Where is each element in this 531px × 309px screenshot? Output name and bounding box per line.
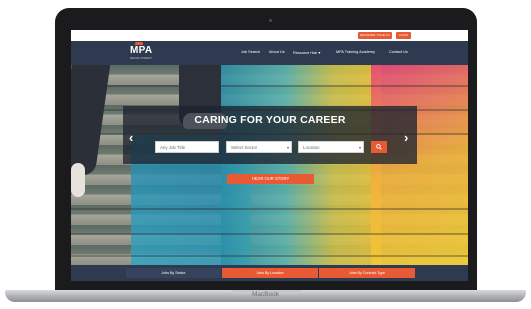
location-select[interactable]: Location ▾ bbox=[298, 141, 364, 153]
location-select-value: Location bbox=[303, 145, 320, 150]
chevron-down-icon: ▾ bbox=[318, 51, 321, 55]
search-icon bbox=[376, 144, 382, 150]
carousel-next-icon[interactable]: › bbox=[404, 130, 408, 145]
hear-our-story-button[interactable]: HEAR OUR STORY bbox=[227, 174, 314, 184]
nav-resource-hub-label: Resource Hub bbox=[293, 51, 318, 55]
hero-banner bbox=[71, 65, 468, 265]
nav-about-us[interactable]: About Us bbox=[269, 50, 285, 54]
tab-jobs-by-sector[interactable]: Jobs By Sector bbox=[126, 268, 221, 278]
chevron-down-icon: ▾ bbox=[358, 145, 361, 150]
nav-job-search[interactable]: Job Search bbox=[241, 50, 260, 54]
jobs-filter-tabs: Jobs By Sector Jobs By Location Jobs By … bbox=[71, 265, 468, 281]
stair-edge bbox=[71, 233, 468, 235]
carousel-prev-icon[interactable]: ‹ bbox=[129, 130, 133, 145]
nav-resource-hub[interactable]: Resource Hub ▾ bbox=[293, 50, 320, 55]
nav-contact-us[interactable]: Contact Us bbox=[389, 50, 408, 54]
tab-jobs-by-contract-type[interactable]: Jobs By Contract Type bbox=[319, 268, 415, 278]
stair-edge bbox=[71, 85, 468, 87]
logo-subtext: RECRUITMENT bbox=[130, 57, 153, 60]
main-navigation: MPA RECRUITMENT Job Search About Us Reso… bbox=[71, 41, 468, 65]
logo[interactable]: MPA bbox=[130, 45, 152, 56]
top-utility-bar: REGISTER YOUR CV LOGIN bbox=[71, 30, 468, 41]
hero-background-mural bbox=[221, 65, 381, 265]
device-brand-label: MacBook bbox=[251, 291, 280, 298]
chevron-down-icon: ▾ bbox=[286, 145, 289, 150]
login-button[interactable]: LOGIN bbox=[396, 32, 411, 39]
search-button[interactable] bbox=[371, 141, 387, 153]
stair-edge bbox=[71, 255, 468, 257]
sector-select-value: Select Sector bbox=[231, 145, 258, 150]
sector-select[interactable]: Select Sector ▾ bbox=[226, 141, 292, 153]
website-screen: REGISTER YOUR CV LOGIN MPA RECRUITMENT J… bbox=[71, 30, 468, 281]
hero-photo-shoe bbox=[71, 163, 85, 197]
hero-title: CARING FOR YOUR CAREER bbox=[194, 114, 346, 126]
hero-photo-legs bbox=[71, 65, 112, 178]
tab-jobs-by-location[interactable]: Jobs By Location bbox=[222, 268, 318, 278]
nav-training-academy[interactable]: MPA Training Academy bbox=[336, 50, 375, 54]
hero-background-mural bbox=[371, 65, 468, 265]
logo-text: MPA bbox=[130, 45, 153, 56]
job-title-input[interactable]: Any Job Title bbox=[155, 141, 219, 153]
register-cv-button[interactable]: REGISTER YOUR CV bbox=[358, 32, 392, 39]
camera-icon bbox=[269, 19, 272, 22]
stair-edge bbox=[71, 208, 468, 210]
